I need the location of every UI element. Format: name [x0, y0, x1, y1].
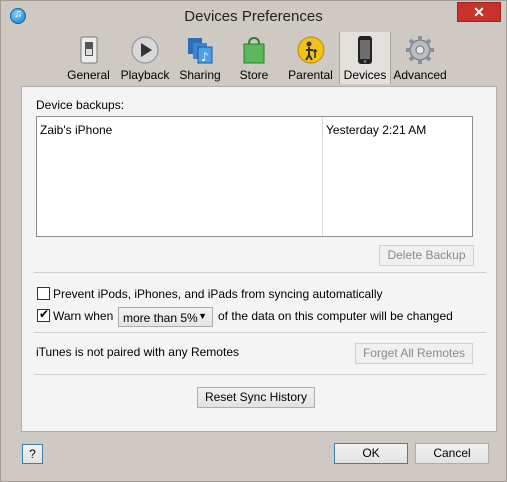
prevent-sync-checkbox[interactable] — [37, 287, 50, 300]
play-icon — [131, 36, 159, 64]
close-button[interactable]: ✕ — [457, 2, 501, 22]
help-button[interactable]: ? — [22, 444, 43, 464]
shopping-bag-icon — [243, 36, 265, 64]
tab-advanced[interactable]: Advanced — [392, 32, 448, 84]
tab-general[interactable]: General — [61, 32, 116, 84]
backup-date[interactable]: Yesterday 2:21 AM — [326, 123, 426, 137]
tab-store-label: Store — [239, 68, 269, 82]
tab-playback[interactable]: Playback — [117, 32, 173, 84]
tab-store[interactable]: Store — [229, 32, 279, 84]
tab-playback-label: Playback — [120, 68, 170, 82]
preferences-toolbar: General Playback ♪ Sharing Store Parenta… — [1, 32, 506, 86]
tab-parental-label: Parental — [288, 68, 333, 82]
switch-icon — [80, 36, 97, 64]
window-title: Devices Preferences — [184, 8, 323, 25]
tab-sharing[interactable]: ♪ Sharing — [174, 32, 226, 84]
parental-icon — [297, 36, 324, 64]
device-backups-label: Device backups: — [36, 98, 125, 112]
forget-remotes-button[interactable]: Forget All Remotes — [355, 343, 473, 364]
warn-checkbox[interactable]: ✔ — [37, 307, 50, 322]
tab-parental[interactable]: Parental — [283, 32, 338, 84]
warn-threshold-select[interactable]: more than 5% ▼ — [118, 307, 213, 327]
gear-icon — [406, 36, 434, 64]
iphone-icon — [358, 36, 372, 64]
reset-sync-history-button[interactable]: Reset Sync History — [197, 387, 315, 408]
remotes-status: iTunes is not paired with any Remotes — [36, 345, 239, 359]
divider — [34, 332, 486, 333]
warn-threshold-value: more than 5% — [123, 311, 198, 325]
warn-suffix-label: of the data on this computer will be cha… — [218, 309, 453, 323]
tab-devices-label: Devices — [343, 68, 387, 82]
column-divider — [322, 117, 323, 236]
devices-panel: Device backups: Zaib's iPhone Yesterday … — [21, 86, 497, 432]
delete-backup-button[interactable]: Delete Backup — [379, 245, 474, 266]
backup-list[interactable]: Zaib's iPhone Yesterday 2:21 AM — [36, 116, 473, 237]
warn-label: Warn when — [53, 309, 114, 323]
chevron-down-icon: ▼ — [198, 311, 207, 321]
checkmark-icon: ✔ — [39, 307, 50, 321]
divider — [34, 374, 486, 375]
music-library-icon: ♪ — [188, 38, 213, 64]
svg-text:♪: ♪ — [201, 50, 209, 64]
prevent-sync-label: Prevent iPods, iPhones, and iPads from s… — [53, 287, 383, 301]
tab-devices[interactable]: Devices — [339, 32, 391, 84]
cancel-button[interactable]: Cancel — [415, 443, 489, 464]
tab-advanced-label: Advanced — [393, 68, 447, 82]
divider — [34, 272, 486, 273]
title-bar: Devices Preferences ✕ — [1, 1, 506, 32]
preferences-window: Devices Preferences ✕ General Playback — [0, 0, 507, 482]
backup-device-name[interactable]: Zaib's iPhone — [40, 123, 112, 137]
tab-sharing-label: Sharing — [179, 68, 221, 82]
ok-button[interactable]: OK — [334, 443, 408, 464]
tab-general-label: General — [67, 68, 110, 82]
